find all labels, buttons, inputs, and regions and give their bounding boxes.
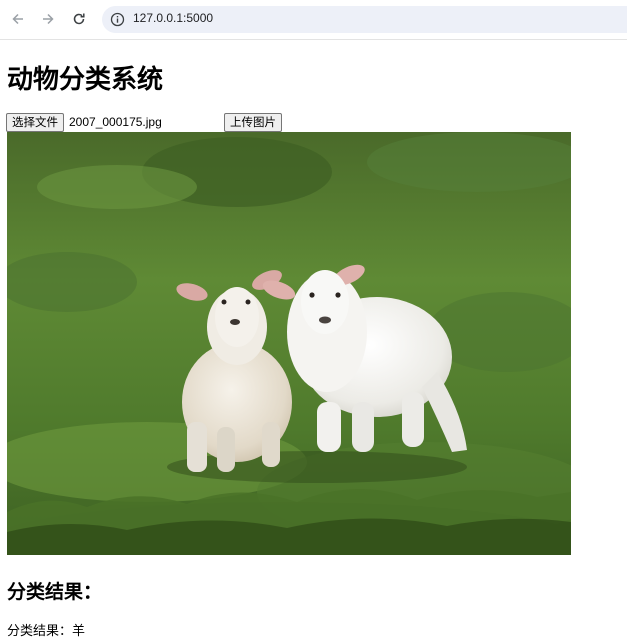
url-text: 127.0.0.1:5000 [133,11,214,25]
address-bar[interactable]: 127.0.0.1:5000 [102,6,627,33]
upload-button[interactable]: 上传图片 [224,113,282,132]
forward-button[interactable] [37,8,59,30]
reload-icon [73,13,85,25]
browser-toolbar: 127.0.0.1:5000 [0,0,627,40]
classification-result: 分类结果：羊 [7,624,86,639]
page-title: 动物分类系统 [7,65,164,95]
reload-button[interactable] [68,8,90,30]
uploaded-image [7,132,571,555]
selected-file-name: 2007_000175.jpg [69,115,162,129]
arrow-right-icon [43,13,54,25]
result-heading: 分类结果： [7,581,103,603]
sheep-photo [7,132,571,555]
back-button[interactable] [7,8,29,30]
info-icon[interactable] [110,12,125,27]
choose-file-button[interactable]: 选择文件 [6,113,64,132]
arrow-left-icon [12,13,23,25]
